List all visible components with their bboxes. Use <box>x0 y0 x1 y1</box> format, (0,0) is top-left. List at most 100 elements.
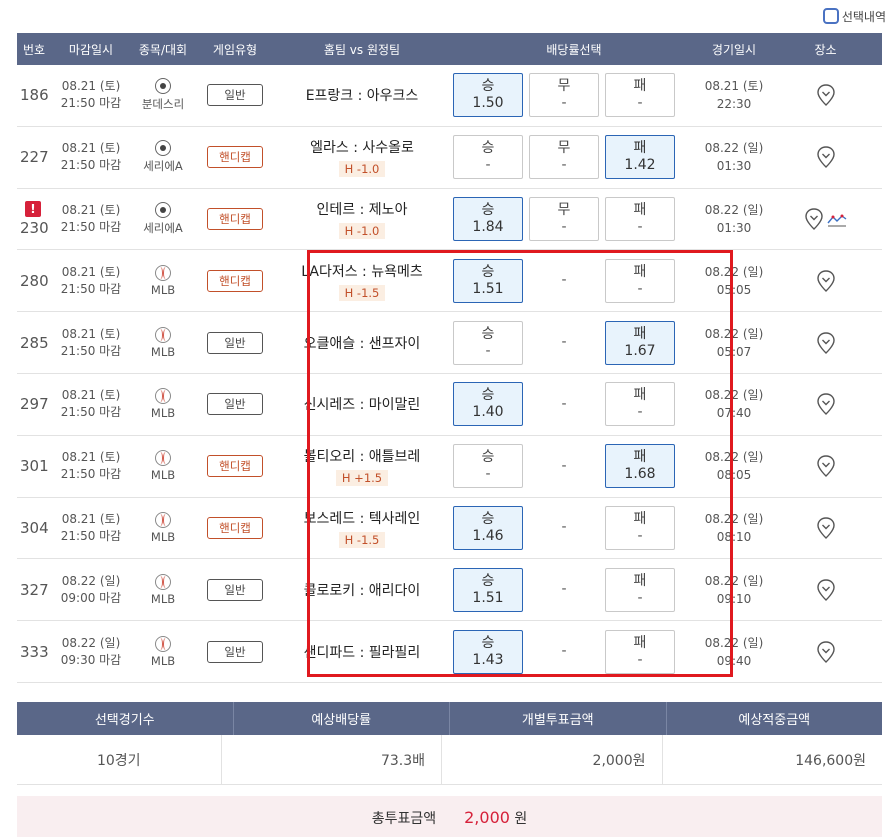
teams: 엘라스 : 사수올로 H -1.0 <box>275 137 449 178</box>
odds-none: - <box>529 321 599 365</box>
summary-header-odds: 예상배당률 <box>234 702 450 735</box>
handicap-tag: H +1.5 <box>335 470 389 487</box>
odds-button[interactable]: 승- <box>453 320 523 365</box>
league: 세리에A <box>131 140 195 174</box>
location-pin-icon[interactable] <box>816 270 835 292</box>
table-row: 333 08.22 (일) 09:30 마감 MLB 일반 샌디파드 : 필라필리 승 1.4… <box>17 621 882 683</box>
odds-value: - <box>485 342 491 359</box>
odds-value: - <box>637 280 643 297</box>
odds-value: - <box>561 95 567 112</box>
odds-label: 승 <box>481 449 495 466</box>
odds-value: - <box>561 157 567 174</box>
game-type: 핸디캡 <box>195 207 275 230</box>
game-type: 핸디캡 <box>195 269 275 292</box>
handicap-tag: H -1.0 <box>338 222 386 239</box>
game-type: 핸디캡 <box>195 455 275 478</box>
odds-value: - <box>561 272 567 289</box>
game-date: 08.22 (일) <box>704 635 764 650</box>
odds-button[interactable]: 승- <box>453 444 523 489</box>
deadline-date: 08.21 (토) <box>61 141 121 156</box>
select-history-toggle[interactable]: 선택내역 <box>822 6 886 26</box>
odds-group: 승 1.43- 패 - <box>449 629 699 674</box>
league-name: MLB <box>150 344 176 359</box>
odds-none: - <box>529 444 599 488</box>
summary-header-payout: 예상적중금액 <box>738 713 811 728</box>
header-no: 번호 <box>22 42 46 57</box>
deadline-time: 21:50 마감 <box>60 281 122 296</box>
odds-button[interactable]: 패 1.67 <box>605 320 675 365</box>
game-time: 08:05 <box>716 468 752 483</box>
league-name: 분데스리 <box>141 97 185 112</box>
odds-button[interactable]: 패- <box>605 196 675 241</box>
odds-button[interactable]: 승- <box>453 135 523 180</box>
location-pin-icon[interactable] <box>816 84 835 107</box>
table-row: 280 08.21 (토) 21:50 마감 MLB 핸디캡 LA다저스 : 뉴욕메츠 H … <box>17 250 882 313</box>
deadline-time: 21:50 마감 <box>60 219 122 234</box>
location-pin-icon[interactable] <box>816 517 835 539</box>
deadline-date: 08.22 (일) <box>61 635 121 650</box>
game-number: 280 <box>20 271 49 290</box>
odds-button[interactable]: 무- <box>529 135 599 180</box>
odds-label: 패 <box>633 325 647 342</box>
summary-payout: 146,600원 <box>795 752 866 769</box>
header-odds: 배당률선택 <box>546 42 602 57</box>
table-row: 227 08.21 (토) 21:50 마감 세리에A 핸디캡 엘라스 : 사수올로 H -… <box>17 127 882 189</box>
game-number-cell: 227 <box>17 127 51 188</box>
odds-value: - <box>485 466 491 483</box>
odds-button[interactable]: 패- <box>605 258 675 303</box>
odds-button[interactable]: 승 1.51 <box>453 258 523 303</box>
location-pin-icon[interactable] <box>804 208 823 230</box>
odds-value: - <box>561 581 567 598</box>
location-pin-icon[interactable] <box>816 640 835 663</box>
place <box>769 517 882 539</box>
odds-button[interactable]: 패 1.68 <box>605 444 675 489</box>
odds-button[interactable]: 승 1.51 <box>453 567 523 612</box>
odds-button[interactable]: 패- <box>605 73 675 118</box>
game-type-badge: 핸디캡 <box>207 516 263 539</box>
deadline-date: 08.21 (토) <box>61 511 121 526</box>
game-date: 08.22 (일) <box>704 450 764 465</box>
odds-button[interactable]: 패- <box>605 382 675 427</box>
place <box>769 208 882 230</box>
odds-button[interactable]: 패- <box>605 567 675 612</box>
game-datetime: 08.21 (토) 22:30 <box>699 77 769 113</box>
league-name: MLB <box>150 591 176 606</box>
odds-value: - <box>637 589 643 606</box>
team-matchup: E프랑크 : 아우크스 <box>305 88 419 105</box>
odds-button[interactable]: 승 1.46 <box>453 505 523 550</box>
location-pin-icon[interactable] <box>816 393 835 416</box>
odds-button[interactable]: 승 1.84 <box>453 196 523 241</box>
odds-button[interactable]: 패- <box>605 629 675 674</box>
game-number: 186 <box>20 86 49 105</box>
odds-button[interactable]: 패 1.42 <box>605 135 675 180</box>
baseball-icon <box>155 635 171 652</box>
header-teams: 홈팀 vs 원정팀 <box>323 42 401 57</box>
location-pin-icon[interactable] <box>816 331 835 354</box>
deadline-date: 08.22 (일) <box>61 573 121 588</box>
odds-button[interactable]: 패- <box>605 505 675 550</box>
location-pin-icon[interactable] <box>816 146 835 169</box>
trend-chart-icon[interactable] <box>826 212 847 227</box>
game-number: 301 <box>20 457 49 476</box>
location-pin-icon[interactable] <box>816 579 835 601</box>
select-history-checkbox[interactable] <box>822 8 839 24</box>
games-table: 번호 마감일시 종목/대회 게임유형 홈팀 vs 원정팀 배당률선택 경기일시 … <box>17 33 882 683</box>
odds-label: 패 <box>633 140 647 157</box>
odds-label: 승 <box>481 634 495 651</box>
game-type-badge: 일반 <box>207 84 263 107</box>
odds-button[interactable]: 무- <box>529 73 599 118</box>
team-matchup: 인테르 : 제노아 <box>316 201 408 218</box>
odds-button[interactable]: 무- <box>529 196 599 241</box>
odds-button[interactable]: 승 1.43 <box>453 629 523 674</box>
soccer-icon <box>155 140 171 157</box>
teams: LA다저스 : 뉴욕메츠 H -1.5 <box>275 261 449 301</box>
deadline: 08.22 (일) 09:00 마감 <box>51 573 131 607</box>
odds-value: - <box>561 457 567 474</box>
odds-label: 패 <box>633 78 647 95</box>
location-pin-icon[interactable] <box>816 455 835 478</box>
odds-button[interactable]: 승 1.50 <box>453 73 523 118</box>
odds-button[interactable]: 승 1.40 <box>453 382 523 427</box>
header-type: 게임유형 <box>212 42 258 57</box>
table-row: 327 08.22 (일) 09:00 마감 MLB 일반 콜로로키 : 애리다이 승 1.5… <box>17 559 882 622</box>
league-name: MLB <box>150 406 176 421</box>
